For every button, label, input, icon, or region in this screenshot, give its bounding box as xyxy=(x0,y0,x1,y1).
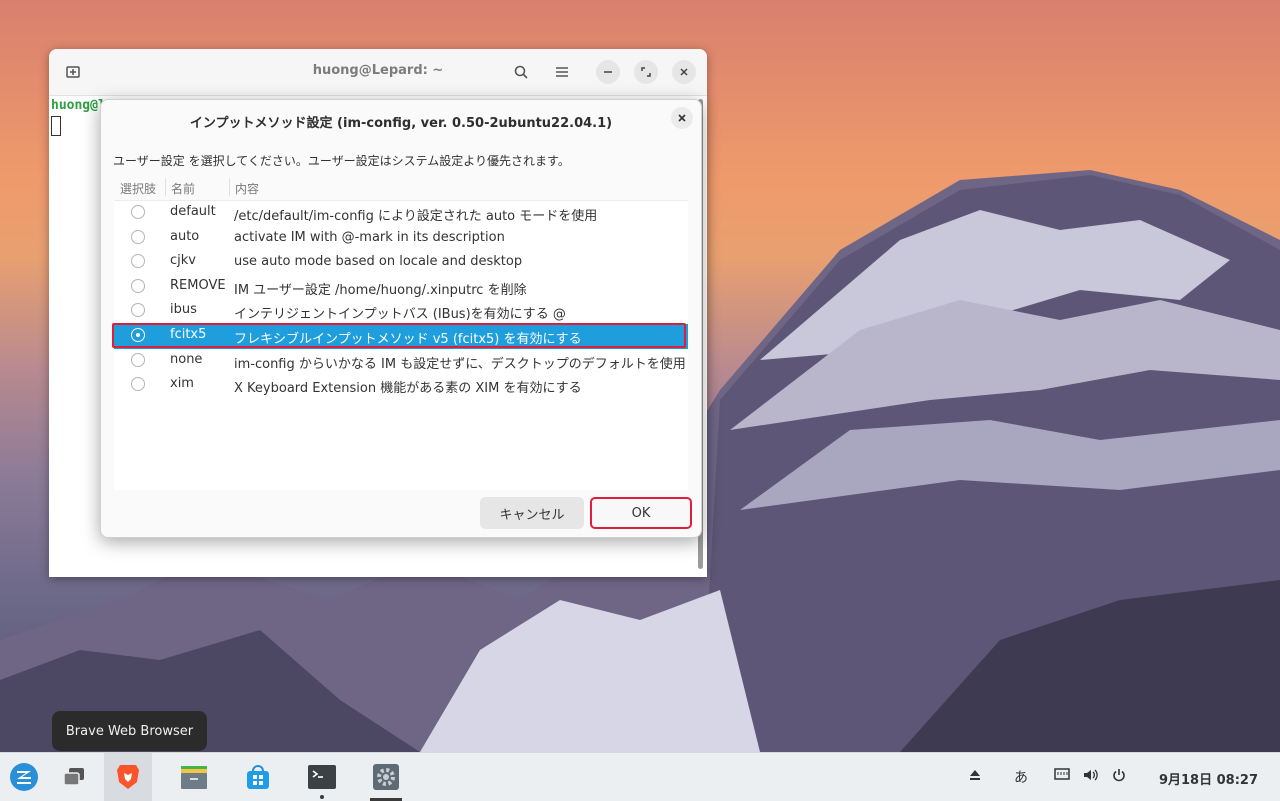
list-item-none[interactable]: none im-config からいかなる IM も設定せずに、デスクトップのデフ… xyxy=(114,349,688,374)
column-header-choice[interactable]: 選択肢 xyxy=(120,180,156,197)
taskbar: あ 9月18日 08:27 xyxy=(0,752,1280,801)
item-description: use auto mode based on locale and deskto… xyxy=(234,254,523,270)
brave-lion-icon xyxy=(117,765,139,789)
input-method-indicator[interactable]: あ xyxy=(1014,767,1028,787)
terminal-icon xyxy=(308,765,336,789)
radio-button[interactable] xyxy=(131,377,145,392)
taskbar-terminal[interactable] xyxy=(298,753,346,801)
text-cursor xyxy=(51,116,61,136)
search-icon[interactable] xyxy=(509,60,533,84)
list-item-cjkv[interactable]: cjkv use auto mode based on locale and de… xyxy=(114,250,688,275)
radio-button[interactable] xyxy=(131,278,145,293)
column-header-name[interactable]: 名前 xyxy=(171,180,195,197)
power-icon[interactable] xyxy=(1112,768,1126,786)
taskbar-software-store[interactable] xyxy=(234,753,282,801)
shell-prompt: huong@l xyxy=(51,98,106,113)
settings-gear-icon xyxy=(373,764,399,790)
running-indicator xyxy=(320,795,324,799)
taskbar-tooltip: Brave Web Browser xyxy=(52,711,207,751)
item-description: im-config からいかなる IM も設定せずに、デスクトップのデフォルトを… xyxy=(234,356,686,372)
item-description: /etc/default/im-config により設定された auto モード… xyxy=(234,209,598,224)
item-description: IM ユーザー設定 /home/huong/.xinputrc を削除 xyxy=(234,282,527,298)
taskbar-settings[interactable] xyxy=(362,753,410,801)
ok-button[interactable]: OK xyxy=(590,497,692,529)
radio-button[interactable] xyxy=(131,254,145,269)
item-name: cjkv xyxy=(170,253,196,269)
taskbar-files[interactable] xyxy=(170,753,218,801)
close-icon[interactable] xyxy=(671,107,693,129)
radio-button[interactable] xyxy=(131,229,145,244)
show-windows-button[interactable] xyxy=(50,753,98,801)
eject-icon[interactable] xyxy=(968,768,982,786)
files-icon xyxy=(181,766,207,789)
radio-button[interactable] xyxy=(131,352,145,367)
highlight-box xyxy=(112,322,686,348)
dialog-title: インプットメソッド設定 (im-config, ver. 0.50-2ubunt… xyxy=(189,116,613,131)
hamburger-menu-icon[interactable] xyxy=(550,60,574,84)
list-item-auto[interactable]: auto activate IM with @-mark in its descr… xyxy=(114,226,688,251)
input-method-list: 選択肢 名前 内容 default/etc/default/im-config … xyxy=(112,174,688,490)
item-name: xim xyxy=(170,376,194,392)
radio-button[interactable] xyxy=(131,303,145,318)
network-wired-icon[interactable] xyxy=(1054,768,1070,786)
column-header-desc[interactable]: 内容 xyxy=(235,180,259,197)
zorin-logo-icon xyxy=(10,763,38,791)
software-store-icon xyxy=(247,765,269,789)
close-icon[interactable] xyxy=(672,60,696,84)
item-name: auto xyxy=(170,228,200,244)
list-header: 選択肢 名前 内容 xyxy=(114,174,688,201)
item-description: X Keyboard Extension 機能がある素の XIM を有効にする xyxy=(234,381,582,397)
list-item-default[interactable]: default/etc/default/im-config により設定された a… xyxy=(114,201,688,226)
item-name: default xyxy=(170,204,216,219)
show-windows-icon xyxy=(63,768,84,786)
zorin-menu-button[interactable] xyxy=(0,753,48,801)
terminal-header: huong@Lepard: ~ xyxy=(49,49,707,96)
list-item-remove[interactable]: REMOVE IM ユーザー設定 /home/huong/.xinputrc を削… xyxy=(114,275,688,300)
minimize-icon[interactable] xyxy=(596,60,620,84)
item-description: activate IM with @-mark in its descripti… xyxy=(234,229,505,245)
item-description: インテリジェントインプットバス (IBus)を有効にする @ xyxy=(234,307,566,323)
maximize-icon[interactable] xyxy=(634,60,658,84)
item-name: none xyxy=(170,351,203,367)
item-name: ibus xyxy=(170,302,197,318)
list-rows: default/etc/default/im-config により設定された a… xyxy=(112,201,688,398)
clock[interactable]: 9月18日 08:27 xyxy=(1159,769,1258,788)
cancel-button[interactable]: キャンセル xyxy=(480,497,584,529)
radio-button[interactable] xyxy=(131,205,145,219)
volume-icon[interactable] xyxy=(1083,768,1099,786)
dialog-message: ユーザー設定 を選択してください。ユーザー設定はシステム設定より優先されます。 xyxy=(113,154,570,168)
item-name: REMOVE xyxy=(170,277,226,293)
list-item-ibus[interactable]: ibus インテリジェントインプットバス (IBus)を有効にする @ xyxy=(114,299,688,324)
taskbar-brave-browser[interactable] xyxy=(104,753,152,801)
list-item-xim[interactable]: xim X Keyboard Extension 機能がある素の XIM を有効に… xyxy=(114,373,688,398)
list-item-fcitx5[interactable]: fcitx5 フレキシブルインプットメソッド v5 (fcitx5) を有効にする xyxy=(112,322,688,349)
im-config-dialog: インプットメソッド設定 (im-config, ver. 0.50-2ubunt… xyxy=(100,99,702,538)
